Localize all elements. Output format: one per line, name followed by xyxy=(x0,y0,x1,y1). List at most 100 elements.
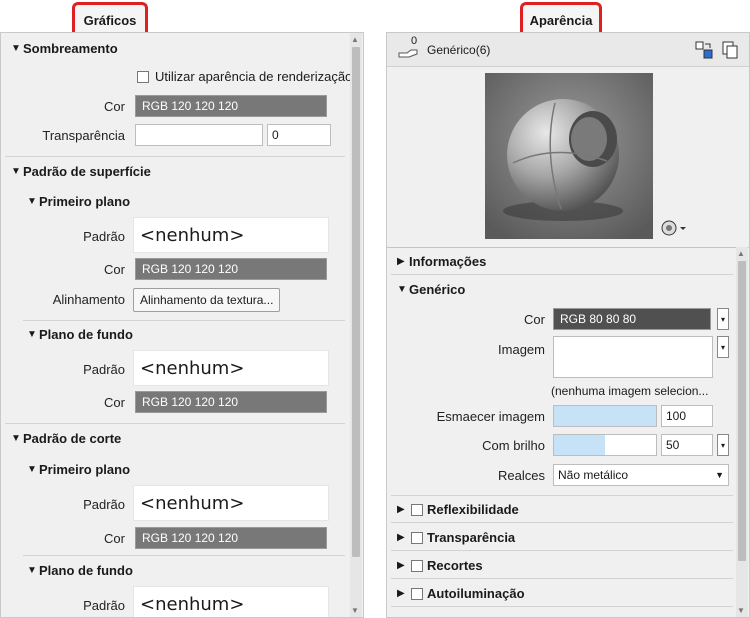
section-recortes[interactable]: ▶ Recortes xyxy=(397,558,483,573)
divider xyxy=(391,550,733,551)
section-title: Autoiluminação xyxy=(427,586,525,601)
duplicate-asset-icon[interactable] xyxy=(721,41,739,59)
scroll-down-icon[interactable]: ▼ xyxy=(351,606,359,615)
checkbox[interactable] xyxy=(411,559,423,572)
tab-graficos-label: Gráficos xyxy=(83,12,137,28)
padrao-label: Padrão xyxy=(83,598,125,613)
cor-label: Cor xyxy=(104,395,125,410)
asset-name: Genérico(6) xyxy=(427,43,491,57)
scroll-thumb[interactable] xyxy=(352,47,360,557)
padrao-field[interactable]: <nenhum> xyxy=(133,217,329,253)
realces-select[interactable]: Não metálico ▼ xyxy=(553,464,729,486)
divider xyxy=(391,522,733,523)
cor-swatch[interactable]: RGB 80 80 80 xyxy=(553,308,711,330)
checkbox[interactable] xyxy=(411,587,423,600)
section-padrao-corte[interactable]: ▼ Padrão de corte xyxy=(11,431,121,446)
preview-options-icon[interactable] xyxy=(661,219,687,237)
collapse-icon: ▼ xyxy=(11,166,21,177)
esmaecer-input[interactable]: 100 xyxy=(661,405,713,427)
transparencia-label: Transparência xyxy=(42,128,125,143)
divider xyxy=(23,320,345,321)
section-title: Padrão de superfície xyxy=(23,164,151,179)
brilho-slider[interactable] xyxy=(553,434,657,456)
collapse-icon: ▼ xyxy=(27,196,37,207)
divider xyxy=(391,578,733,579)
cor-swatch[interactable]: RGB 120 120 120 xyxy=(135,527,327,549)
checkbox-label: Utilizar aparência de renderização xyxy=(155,69,353,84)
cor-swatch[interactable]: RGB 120 120 120 xyxy=(135,95,327,117)
section-title: Padrão de corte xyxy=(23,431,122,446)
checkbox[interactable] xyxy=(411,531,423,544)
cor-label: Cor xyxy=(104,262,125,277)
subsection-plano-fundo[interactable]: ▼ Plano de fundo xyxy=(27,563,133,578)
scroll-down-icon[interactable]: ▼ xyxy=(737,606,745,615)
section-informacoes[interactable]: ▶ Informações xyxy=(397,254,486,269)
section-title: Transparência xyxy=(427,530,516,545)
subsection-title: Primeiro plano xyxy=(39,462,131,477)
realces-label: Realces xyxy=(498,468,545,483)
right-scrollbar[interactable]: ▲ ▼ xyxy=(736,247,748,617)
collapse-icon: ▼ xyxy=(11,433,21,444)
chevron-down-icon: ▼ xyxy=(715,470,724,480)
aparencia-panel: 0 Genérico(6) ▶ Informações ▼ Genérico C… xyxy=(386,32,750,618)
material-preview xyxy=(485,73,653,239)
brilho-label: Com brilho xyxy=(482,438,545,453)
imagem-label: Imagem xyxy=(498,342,545,357)
section-title: Genérico xyxy=(409,282,466,297)
section-title: Informações xyxy=(409,254,487,269)
chevron-down-icon[interactable]: ▾ xyxy=(717,308,729,330)
checkbox[interactable] xyxy=(411,503,423,516)
scroll-thumb[interactable] xyxy=(738,261,746,561)
imagem-field[interactable] xyxy=(553,336,713,378)
alinhamento-textura-button[interactable]: Alinhamento da textura... xyxy=(133,288,281,312)
cor-label: Cor xyxy=(104,99,125,114)
brilho-input[interactable]: 50 xyxy=(661,434,713,456)
imagem-none-text: (nenhuma imagem selecion... xyxy=(551,384,709,398)
chevron-down-icon[interactable]: ▾ xyxy=(717,336,729,358)
section-reflexibilidade[interactable]: ▶ Reflexibilidade xyxy=(397,502,519,517)
cor-swatch[interactable]: RGB 120 120 120 xyxy=(135,391,327,413)
padrao-label: Padrão xyxy=(83,497,125,512)
padrao-label: Padrão xyxy=(83,229,125,244)
padrao-label: Padrão xyxy=(83,362,125,377)
section-transparencia[interactable]: ▶ Transparência xyxy=(397,530,515,545)
divider xyxy=(5,423,345,424)
cor-label: Cor xyxy=(104,531,125,546)
collapse-icon: ▼ xyxy=(11,43,21,54)
subsection-primeiro-plano[interactable]: ▼ Primeiro plano xyxy=(27,462,130,477)
section-sombreamento[interactable]: ▼ Sombreamento xyxy=(11,41,118,56)
scroll-up-icon[interactable]: ▲ xyxy=(351,35,359,44)
chevron-down-icon[interactable]: ▾ xyxy=(717,434,729,456)
expand-icon: ▶ xyxy=(397,560,405,571)
section-title: Sombreamento xyxy=(23,41,118,56)
subsection-title: Plano de fundo xyxy=(39,563,133,578)
collapse-icon: ▼ xyxy=(27,329,37,340)
padrao-field[interactable]: <nenhum> xyxy=(133,586,329,617)
use-render-appearance-option[interactable]: Utilizar aparência de renderização xyxy=(137,69,352,84)
transparencia-input[interactable]: 0 xyxy=(267,124,331,146)
tab-aparencia-label: Aparência xyxy=(529,12,593,28)
subsection-primeiro-plano[interactable]: ▼ Primeiro plano xyxy=(27,194,130,209)
padrao-field[interactable]: <nenhum> xyxy=(133,485,329,521)
divider xyxy=(391,606,733,607)
divider xyxy=(387,247,749,248)
expand-icon: ▶ xyxy=(397,588,405,599)
expand-icon: ▶ xyxy=(397,504,405,515)
scroll-up-icon[interactable]: ▲ xyxy=(737,249,745,258)
esmaecer-slider[interactable] xyxy=(553,405,657,427)
cor-swatch[interactable]: RGB 120 120 120 xyxy=(135,258,327,280)
subsection-plano-fundo[interactable]: ▼ Plano de fundo xyxy=(27,327,133,342)
checkbox[interactable] xyxy=(137,70,149,83)
cor-label: Cor xyxy=(524,312,545,327)
padrao-field[interactable]: <nenhum> xyxy=(133,350,329,386)
replace-asset-icon[interactable] xyxy=(695,41,713,59)
section-autoiluminacao[interactable]: ▶ Autoiluminação xyxy=(397,586,525,601)
usage-count: 0 xyxy=(411,35,418,47)
transparencia-slider[interactable] xyxy=(135,124,263,146)
brilho-slider-fill xyxy=(554,435,605,455)
hand-icon xyxy=(397,41,421,59)
section-generico[interactable]: ▼ Genérico xyxy=(397,282,465,297)
section-padrao-superficie[interactable]: ▼ Padrão de superfície xyxy=(11,164,151,179)
left-scrollbar[interactable]: ▲ ▼ xyxy=(350,33,362,617)
divider xyxy=(391,274,733,275)
